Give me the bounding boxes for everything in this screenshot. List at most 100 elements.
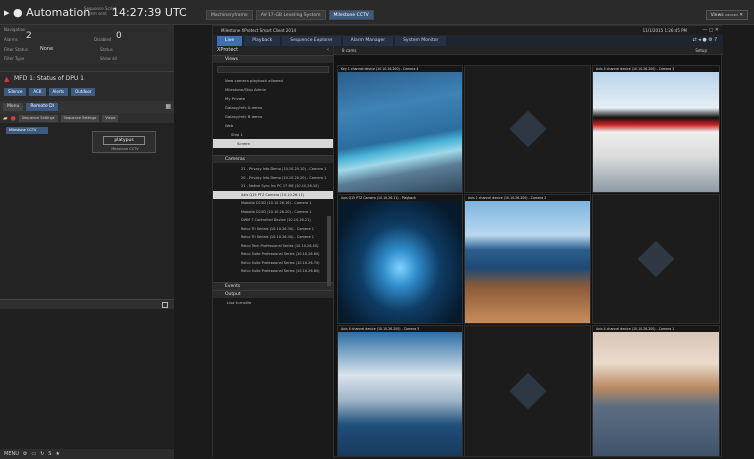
views-section-header[interactable]: Views bbox=[213, 55, 333, 63]
utc-clock: 14:27:39 UTC bbox=[112, 6, 187, 19]
refresh-icon[interactable]: ↻ bbox=[40, 451, 44, 457]
milestone-sidebar: XProtect ‹ Views New camera playback allo… bbox=[213, 46, 334, 458]
camera-item[interactable]: Mobotix D15D (10.10.26.20) - Camera 1 bbox=[213, 208, 333, 217]
sequence-settings-2[interactable]: Sequence Settings bbox=[60, 114, 100, 122]
filter-status-label: Filter Status bbox=[4, 47, 28, 52]
ack-button[interactable]: ACK bbox=[29, 88, 46, 96]
tab-sequence-explorer[interactable]: Sequence Explorer bbox=[282, 36, 341, 46]
camera-item[interactable]: Mobotix D15D (10.10.26.16) - Camera 1 bbox=[213, 199, 333, 208]
folder-icon[interactable]: ▰ bbox=[3, 115, 8, 122]
device-node[interactable]: platypus Milestone CCTV bbox=[92, 131, 156, 153]
views-button[interactable]: Views ▭▭▭ ✕ bbox=[705, 10, 748, 20]
tab-leveling-system[interactable]: AV-17-GB Leveling System bbox=[255, 10, 326, 20]
tab-live[interactable]: Live bbox=[217, 36, 243, 46]
view-item[interactable]: Galaxy/mfc B demo bbox=[213, 112, 333, 121]
camera-tile-empty[interactable] bbox=[464, 325, 591, 457]
mfd-title: MFD 1: Status of DPU 1 bbox=[14, 75, 84, 82]
view-item[interactable]: Ship 1 bbox=[213, 130, 333, 139]
camera-item[interactable]: 21 - Privacy Info Demo (10.10.20.10) - C… bbox=[213, 165, 333, 174]
camera-feed-deck bbox=[465, 201, 590, 323]
stop-icon[interactable]: ● bbox=[11, 115, 16, 122]
alarms-label: Alarms bbox=[4, 37, 18, 42]
views-dropdown[interactable]: Views bbox=[102, 114, 119, 122]
sidebar-header: XProtect ‹ bbox=[213, 46, 333, 55]
view-item[interactable]: Web bbox=[213, 121, 333, 130]
camera-list-scrollbar[interactable] bbox=[327, 216, 331, 286]
automation-title: ▸ ● Automation bbox=[4, 6, 91, 19]
view-item[interactable]: New camera playback allowed bbox=[213, 76, 333, 85]
camera-item[interactable]: Relco Suite Professional Series (10.10.2… bbox=[213, 250, 333, 259]
automation-topbar: ▸ ● Automation Sequence Script 1 item sen… bbox=[0, 0, 754, 25]
tab-alarm-manager[interactable]: Alarm Manager bbox=[342, 36, 394, 46]
camera-tile[interactable]: Axis 4 channel device (10.10.26.200) - C… bbox=[592, 325, 720, 457]
tab-system-monitor[interactable]: System Monitor bbox=[395, 36, 447, 46]
sequence-settings-1[interactable]: Sequence Settings bbox=[18, 114, 58, 122]
show-all-label[interactable]: Show all bbox=[100, 56, 117, 61]
empty-slot-icon bbox=[637, 240, 675, 278]
tree-item-selected[interactable]: Milestone CCTV bbox=[6, 127, 48, 134]
collapse-icon[interactable]: ‹ bbox=[327, 46, 329, 55]
milestone-tabs: Live Playback Sequence Explorer Alarm Ma… bbox=[213, 35, 723, 46]
view-item[interactable]: My Private bbox=[213, 94, 333, 103]
toolbar-icons[interactable]: ⇄ ◂ ● ⚙ ? bbox=[692, 37, 717, 43]
grid-icon[interactable] bbox=[162, 302, 168, 308]
mfd-buttons: Silence ACK Alerts Outdoor bbox=[4, 88, 96, 96]
tab-milestone-cctv[interactable]: Milestone CCTV bbox=[328, 10, 374, 20]
filter-status-value[interactable]: None bbox=[40, 46, 53, 52]
view-item[interactable]: Milestone/Ship Admin bbox=[213, 85, 333, 94]
device-node-label: platypus bbox=[103, 136, 145, 145]
view-item-selected[interactable]: Screen bbox=[213, 139, 333, 148]
setup-button[interactable]: Setup bbox=[695, 48, 707, 53]
camera-tile[interactable]: Axis 1 channel device (10.10.26.200) - C… bbox=[464, 194, 591, 324]
output-item[interactable]: Lisa turnstile bbox=[213, 298, 333, 307]
empty-slot-icon bbox=[509, 372, 546, 410]
device-tree: Milestone CCTV platypus Milestone CCTV bbox=[0, 123, 174, 299]
camera-item[interactable]: 20 - Privacy Info Demo (10.10.20.20) - C… bbox=[213, 174, 333, 183]
left-nav: Menu Remote DI ▦ bbox=[0, 101, 174, 113]
outdoor-button[interactable]: Outdoor bbox=[71, 88, 96, 96]
tab-machineryframe[interactable]: Machineryframe bbox=[206, 10, 253, 20]
camera-tile-empty[interactable] bbox=[464, 65, 591, 193]
camera-item-selected[interactable]: Axis Q15 PTZ Camera (10.10.26.11) bbox=[213, 190, 333, 199]
view-item[interactable]: Galaxy/mfc A demo bbox=[213, 103, 333, 112]
cameras-section-header[interactable]: Cameras bbox=[213, 155, 333, 163]
grid-view-icon[interactable]: ▦ bbox=[165, 103, 171, 111]
tab-playback[interactable]: Playback bbox=[244, 36, 281, 46]
views-search-input[interactable] bbox=[217, 66, 329, 73]
camera-item[interactable]: Relco Suite Professional Series (10.10.2… bbox=[213, 267, 333, 276]
output-section-header[interactable]: Output bbox=[213, 289, 333, 298]
remote-di-tab[interactable]: Remote DI bbox=[26, 103, 58, 111]
settings-icon[interactable]: ⚙ bbox=[23, 451, 27, 457]
view-bar-label: 8 cams bbox=[342, 48, 357, 53]
camera-tile[interactable]: Axis Q15 PTZ Camera (10.10.26.11) - Play… bbox=[337, 194, 463, 324]
camera-item[interactable]: 21 - Native Sync Inc PC 17 ME (10.10.26.… bbox=[213, 182, 333, 191]
camera-tile-empty[interactable] bbox=[592, 194, 720, 324]
camera-item[interactable]: Relco Tech Professional Series (10.10.26… bbox=[213, 242, 333, 251]
alarm-summary: Navigation Alarms 2 Disabled 0 Filter St… bbox=[0, 25, 174, 71]
view-bar: 8 cams Setup bbox=[334, 46, 723, 55]
camera-item[interactable]: Relco Suite Professional Series (10.10.2… bbox=[213, 259, 333, 268]
camera-item[interactable]: DWM 7 Controlled Device (10.10.26.21) bbox=[213, 216, 333, 225]
automation-left-panel: Navigation Alarms 2 Disabled 0 Filter St… bbox=[0, 25, 174, 459]
star-icon[interactable]: ★ bbox=[55, 451, 59, 457]
camera-tile[interactable]: Axis 4 channel device (10.10.26.200) - C… bbox=[337, 325, 463, 457]
silence-button[interactable]: Silence bbox=[4, 88, 27, 96]
camera-tile[interactable]: Key 1 channel device (10.10.26.200) - Ca… bbox=[337, 65, 463, 193]
alarms-count: 2 bbox=[26, 31, 32, 41]
alerts-button[interactable]: Alerts bbox=[48, 88, 69, 96]
camera-item[interactable]: Relco Tri Serials (10.10.26.40) - Camera… bbox=[213, 233, 333, 242]
disabled-label: Disabled bbox=[94, 37, 112, 42]
camera-feed-sunset bbox=[593, 332, 719, 456]
camera-item[interactable]: Relco Tri Serials (10.10.26.30) - Camera… bbox=[213, 225, 333, 234]
s-icon[interactable]: S bbox=[48, 451, 51, 457]
menu-button[interactable]: Menu bbox=[3, 103, 24, 111]
window-controls-icon[interactable]: — ◻ ✕ bbox=[702, 27, 719, 33]
camera-tile[interactable]: Axis 4 channel device (10.10.26.200) - C… bbox=[592, 65, 720, 193]
footer-menu-label[interactable]: MENU bbox=[4, 451, 19, 457]
window-icon[interactable]: ▭ bbox=[31, 451, 36, 457]
views-section-label: Views bbox=[225, 57, 239, 62]
events-section-header[interactable]: Events bbox=[213, 281, 333, 290]
left-lower-panel bbox=[0, 309, 174, 449]
left-toolbar: ▰ ● Sequence Settings Sequence Settings … bbox=[0, 113, 174, 123]
